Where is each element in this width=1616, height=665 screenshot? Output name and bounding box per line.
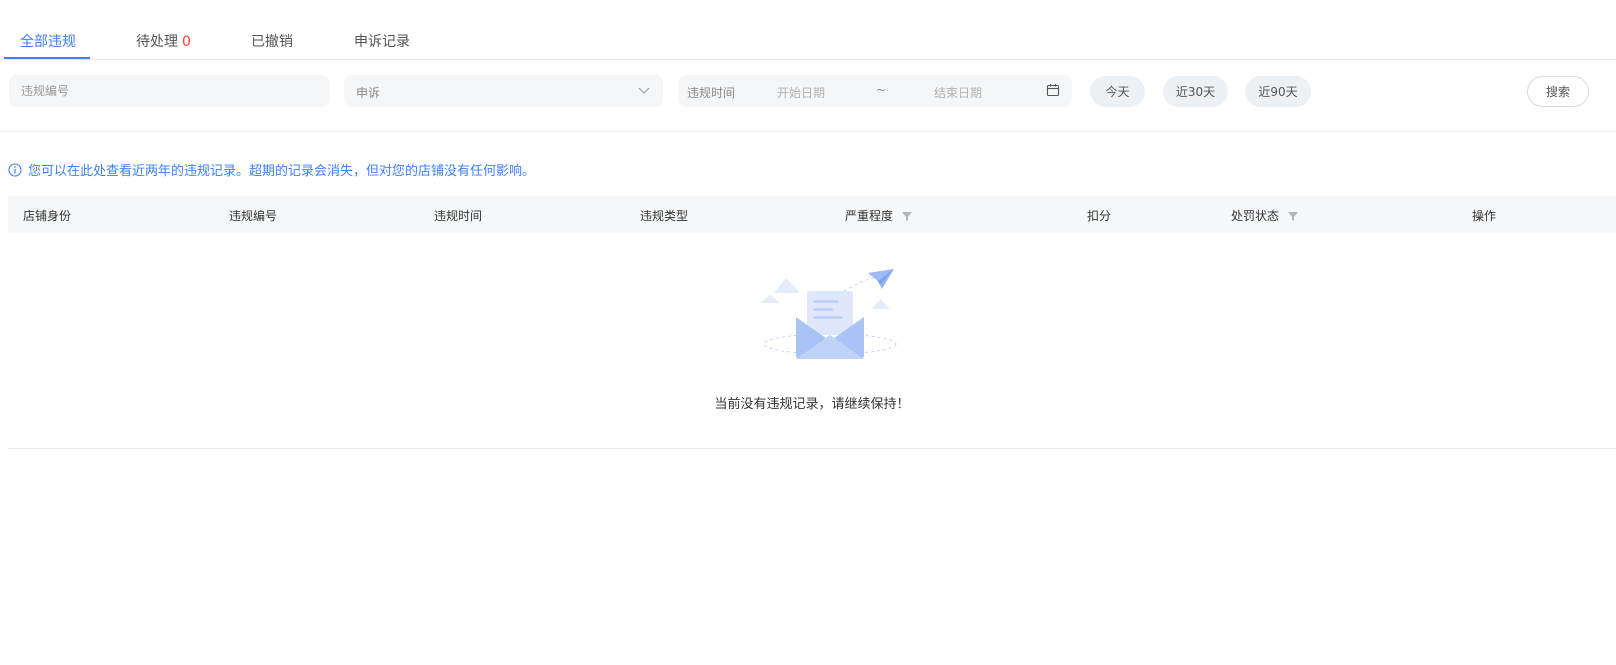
violation-number-field (9, 75, 330, 107)
search-button[interactable]: 搜索 (1527, 76, 1589, 107)
end-date-input[interactable]: 结束日期 (934, 84, 982, 101)
calendar-icon[interactable] (1046, 83, 1060, 97)
last-30-days-button[interactable]: 近30天 (1163, 76, 1228, 107)
tab-all-violations[interactable]: 全部违规 (20, 31, 76, 51)
severity-filter-icon[interactable] (901, 210, 913, 222)
empty-state-message: 当前没有违规记录，请继续保持！ (714, 397, 910, 412)
tab-bar: 全部违规 待处理 0 已撤销 申诉记录 (0, 0, 1616, 60)
date-range-label: 违规时间 (687, 86, 736, 100)
tab-all-violations-label: 全部违规 (20, 34, 76, 50)
violation-number-input[interactable] (9, 75, 330, 107)
tab-revoked[interactable]: 已撤销 (251, 31, 293, 51)
date-range-picker[interactable]: 违规时间 开始日期 ~ 结束日期 (678, 75, 1072, 107)
notice-text: 您可以在此处查看近两年的违规记录。超期的记录会消失，但对您的店铺没有任何影响。 (28, 164, 536, 179)
column-violation-type-label: 违规类型 (640, 209, 689, 223)
column-shop-identity-label: 店铺身份 (23, 209, 72, 223)
empty-mailbox-illustration (760, 269, 897, 359)
column-violation-number: 违规编号 (229, 207, 277, 224)
tab-appeal-records-label: 申诉记录 (354, 34, 410, 50)
appeal-select-value: 申诉 (356, 86, 381, 100)
active-tab-indicator (4, 57, 90, 59)
date-separator: ~ (876, 83, 887, 97)
tab-pending[interactable]: 待处理 0 (136, 31, 191, 51)
column-points-label: 扣分 (1087, 209, 1112, 223)
tab-pending-label: 待处理 (136, 34, 178, 50)
column-actions-label: 操作 (1472, 209, 1497, 223)
column-penalty-status-label: 处罚状态 (1231, 209, 1280, 223)
start-date-input[interactable]: 开始日期 (777, 84, 825, 101)
column-actions: 操作 (1472, 207, 1496, 224)
column-violation-time: 违规时间 (434, 207, 482, 224)
filter-bar: 申诉 违规时间 开始日期 ~ 结束日期 今天 近30天 近90天 搜索 (0, 60, 1616, 132)
column-shop-identity: 店铺身份 (23, 207, 71, 224)
tab-appeal-records[interactable]: 申诉记录 (354, 31, 410, 51)
empty-state: 当前没有违规记录，请继续保持！ (8, 233, 1616, 449)
last-90-days-button[interactable]: 近90天 (1245, 76, 1311, 107)
chevron-down-icon (638, 87, 650, 94)
column-penalty-status: 处罚状态 (1231, 207, 1299, 224)
penalty-status-filter-icon[interactable] (1287, 210, 1299, 222)
today-button[interactable]: 今天 (1090, 76, 1145, 107)
info-icon (8, 162, 22, 177)
column-violation-type: 违规类型 (640, 207, 688, 224)
last-30-days-label: 近30天 (1175, 85, 1216, 99)
column-violation-number-label: 违规编号 (229, 209, 278, 223)
pending-count-badge: 0 (182, 34, 191, 50)
column-severity: 严重程度 (845, 207, 913, 224)
column-points: 扣分 (1087, 207, 1111, 224)
column-severity-label: 严重程度 (845, 209, 894, 223)
last-90-days-label: 近90天 (1258, 85, 1298, 99)
today-button-label: 今天 (1105, 85, 1130, 99)
search-button-label: 搜索 (1545, 85, 1570, 99)
column-violation-time-label: 违规时间 (434, 209, 483, 223)
tab-revoked-label: 已撤销 (251, 34, 293, 50)
table-header: 店铺身份 违规编号 违规时间 违规类型 严重程度 扣分 处罚状态 操作 (8, 196, 1616, 233)
retention-notice: 您可以在此处查看近两年的违规记录。超期的记录会消失，但对您的店铺没有任何影响。 (8, 160, 535, 179)
appeal-select[interactable]: 申诉 (344, 75, 663, 107)
